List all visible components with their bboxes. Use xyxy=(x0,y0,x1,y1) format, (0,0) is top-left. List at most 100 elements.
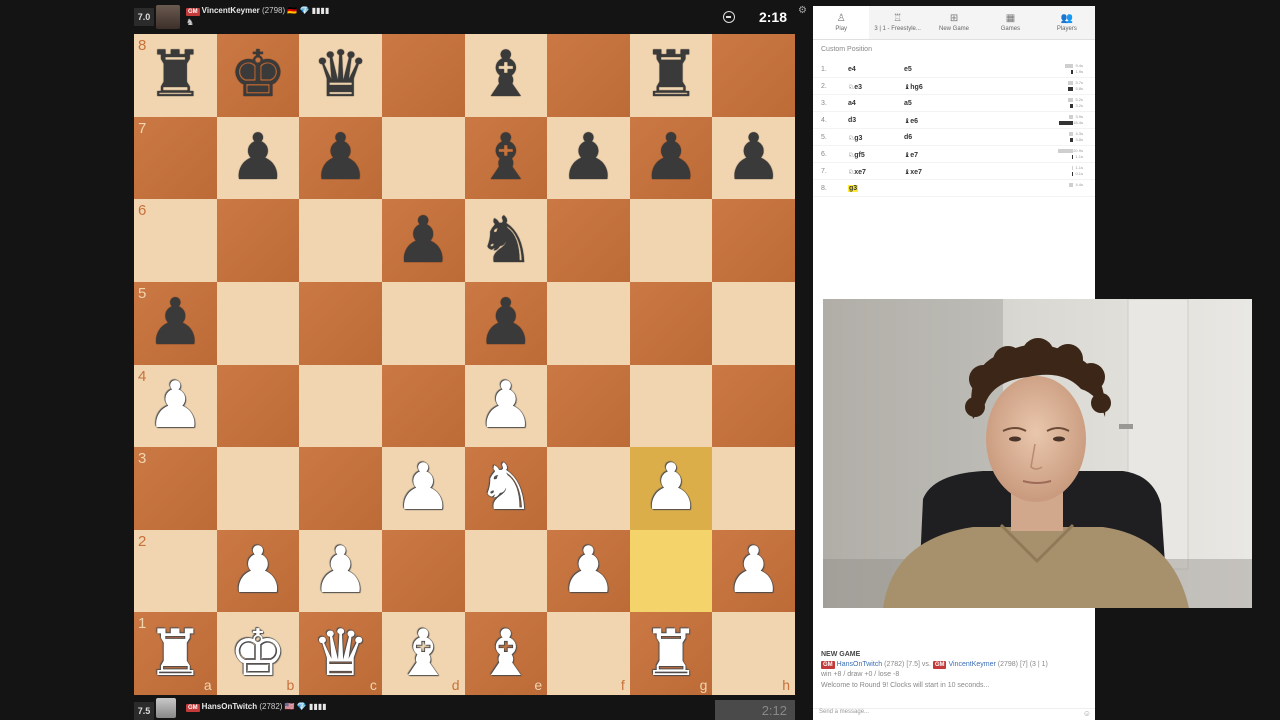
square-e8[interactable]: ♝ xyxy=(464,34,548,117)
square-g8[interactable]: ♜ xyxy=(629,34,713,117)
black-pawn-piece[interactable]: ♟ xyxy=(395,209,452,273)
square-e4[interactable]: ♟ xyxy=(464,364,548,448)
square-d6[interactable]: ♟ xyxy=(381,199,465,282)
white-move[interactable]: ♘gf5 xyxy=(848,151,865,159)
white-move[interactable]: d3 xyxy=(848,117,856,124)
square-a8[interactable]: 8 ♜ xyxy=(134,34,217,117)
square-e3[interactable]: ♞ xyxy=(464,447,548,530)
square-d7[interactable] xyxy=(381,116,465,200)
square-a7[interactable]: 7 xyxy=(134,116,217,200)
square-f5[interactable] xyxy=(547,281,630,365)
square-f6[interactable] xyxy=(547,199,630,282)
tab-play[interactable]: ♙ Play xyxy=(813,6,870,39)
square-c8[interactable]: ♛ xyxy=(299,34,382,117)
square-g4[interactable] xyxy=(629,364,713,448)
tab-games[interactable]: ▦ Games xyxy=(982,6,1038,39)
top-player-avatar[interactable] xyxy=(156,5,180,29)
square-b2[interactable]: ♟ xyxy=(216,529,300,613)
white-move[interactable]: g3 xyxy=(848,185,859,192)
black-pawn-piece[interactable]: ♟ xyxy=(725,126,782,190)
tab-new-game[interactable]: ⊞ New Game xyxy=(926,6,982,39)
square-h2[interactable]: ♟ xyxy=(712,529,795,613)
black-rook-piece[interactable]: ♜ xyxy=(147,43,204,107)
square-c5[interactable] xyxy=(299,281,382,365)
white-pawn-piece[interactable]: ♟ xyxy=(477,374,534,438)
black-pawn-piece[interactable]: ♟ xyxy=(477,291,534,355)
square-c6[interactable] xyxy=(299,199,382,282)
square-h7[interactable]: ♟ xyxy=(712,116,795,200)
black-move[interactable]: ♝hg6 xyxy=(904,83,923,91)
square-c2[interactable]: ♟ xyxy=(299,529,382,613)
square-b7[interactable]: ♟ xyxy=(216,116,300,200)
black-knight-piece[interactable]: ♞ xyxy=(477,209,534,273)
square-c7[interactable]: ♟ xyxy=(299,116,382,200)
white-queen-piece[interactable]: ♛ xyxy=(312,622,369,686)
square-a4[interactable]: 4 ♟ xyxy=(134,364,217,448)
black-pawn-piece[interactable]: ♟ xyxy=(229,126,286,190)
white-bishop-piece[interactable]: ♝ xyxy=(395,622,452,686)
square-g7[interactable]: ♟ xyxy=(629,116,713,200)
square-c3[interactable] xyxy=(299,447,382,530)
square-g1[interactable]: g ♜ xyxy=(629,612,713,695)
white-pawn-piece[interactable]: ♟ xyxy=(560,539,617,603)
bottom-player-name-row[interactable]: GM HansOnTwitch (2782) 🇺🇸 💎 ▮▮▮▮ xyxy=(186,702,327,712)
tab-players[interactable]: 👥 Players xyxy=(1039,6,1095,39)
square-f7[interactable]: ♟ xyxy=(547,116,630,200)
square-d8[interactable] xyxy=(381,34,465,117)
black-move[interactable]: ♝xe7 xyxy=(904,168,922,176)
square-f2[interactable]: ♟ xyxy=(547,529,630,613)
square-a2[interactable]: 2 xyxy=(134,529,217,613)
square-g5[interactable] xyxy=(629,281,713,365)
white-move[interactable]: ♘g3 xyxy=(848,134,862,142)
white-pawn-piece[interactable]: ♟ xyxy=(147,374,204,438)
white-move[interactable]: ♘e3 xyxy=(848,83,862,91)
square-c4[interactable] xyxy=(299,364,382,448)
square-d2[interactable] xyxy=(381,529,465,613)
chat-player-link[interactable]: VincentKeymer xyxy=(948,661,995,668)
square-c1[interactable]: c ♛ xyxy=(299,612,382,695)
square-h4[interactable] xyxy=(712,364,795,448)
white-pawn-piece[interactable]: ♟ xyxy=(395,456,452,520)
black-queen-piece[interactable]: ♛ xyxy=(312,43,369,107)
white-bishop-piece[interactable]: ♝ xyxy=(477,622,534,686)
white-rook-piece[interactable]: ♜ xyxy=(147,622,204,686)
black-move[interactable]: d6 xyxy=(904,134,912,141)
bottom-player-avatar[interactable] xyxy=(156,698,176,718)
square-e1[interactable]: e ♝ xyxy=(464,612,548,695)
square-d5[interactable] xyxy=(381,281,465,365)
square-d4[interactable] xyxy=(381,364,465,448)
square-e6[interactable]: ♞ xyxy=(464,199,548,282)
square-e2[interactable] xyxy=(464,529,548,613)
square-h5[interactable] xyxy=(712,281,795,365)
square-b1[interactable]: b ♚ xyxy=(216,612,300,695)
white-move[interactable]: a4 xyxy=(848,100,856,107)
square-h6[interactable] xyxy=(712,199,795,282)
square-d3[interactable]: ♟ xyxy=(381,447,465,530)
chat-input[interactable]: Send a message... ☺ xyxy=(813,708,1095,720)
square-f8[interactable] xyxy=(547,34,630,117)
black-pawn-piece[interactable]: ♟ xyxy=(312,126,369,190)
chat-player-link[interactable]: HansOnTwitch xyxy=(837,661,883,668)
black-move[interactable]: e5 xyxy=(904,66,912,73)
white-rook-piece[interactable]: ♜ xyxy=(642,622,699,686)
black-king-piece[interactable]: ♚ xyxy=(229,43,286,107)
square-b4[interactable] xyxy=(216,364,300,448)
black-bishop-piece[interactable]: ♝ xyxy=(477,126,534,190)
square-e7[interactable]: ♝ xyxy=(464,116,548,200)
tab-3-1-freestyle-[interactable]: ♖ 3 | 1 - Freestyle... xyxy=(869,6,925,39)
white-move[interactable]: e4 xyxy=(848,66,856,73)
square-a3[interactable]: 3 xyxy=(134,447,217,530)
black-move[interactable]: ♝e6 xyxy=(904,117,918,125)
square-g3[interactable]: ♟ xyxy=(629,447,713,530)
chess-board[interactable]: 8 ♜ ♚ ♛ ♝ ♜ 7 ♟ ♟ ♝ ♟ ♟ ♟ 6 ♟ ♞ 5 ♟ ♟ 4 ♟ ♟ 3 ♟ ♞ ♟ 2 ♟ ♟ ♟ ♟ 1 a ♜ b ♚ c ♛ d ♝… xyxy=(134,34,795,695)
black-bishop-piece[interactable]: ♝ xyxy=(477,43,534,107)
square-e5[interactable]: ♟ xyxy=(464,281,548,365)
square-g6[interactable] xyxy=(629,199,713,282)
square-b3[interactable] xyxy=(216,447,300,530)
square-b6[interactable] xyxy=(216,199,300,282)
square-b5[interactable] xyxy=(216,281,300,365)
square-d1[interactable]: d ♝ xyxy=(381,612,465,695)
top-player-name-row[interactable]: GM VincentKeymer (2798) 🇩🇪 💎 ▮▮▮▮ xyxy=(186,6,329,16)
white-pawn-piece[interactable]: ♟ xyxy=(229,539,286,603)
white-pawn-piece[interactable]: ♟ xyxy=(725,539,782,603)
